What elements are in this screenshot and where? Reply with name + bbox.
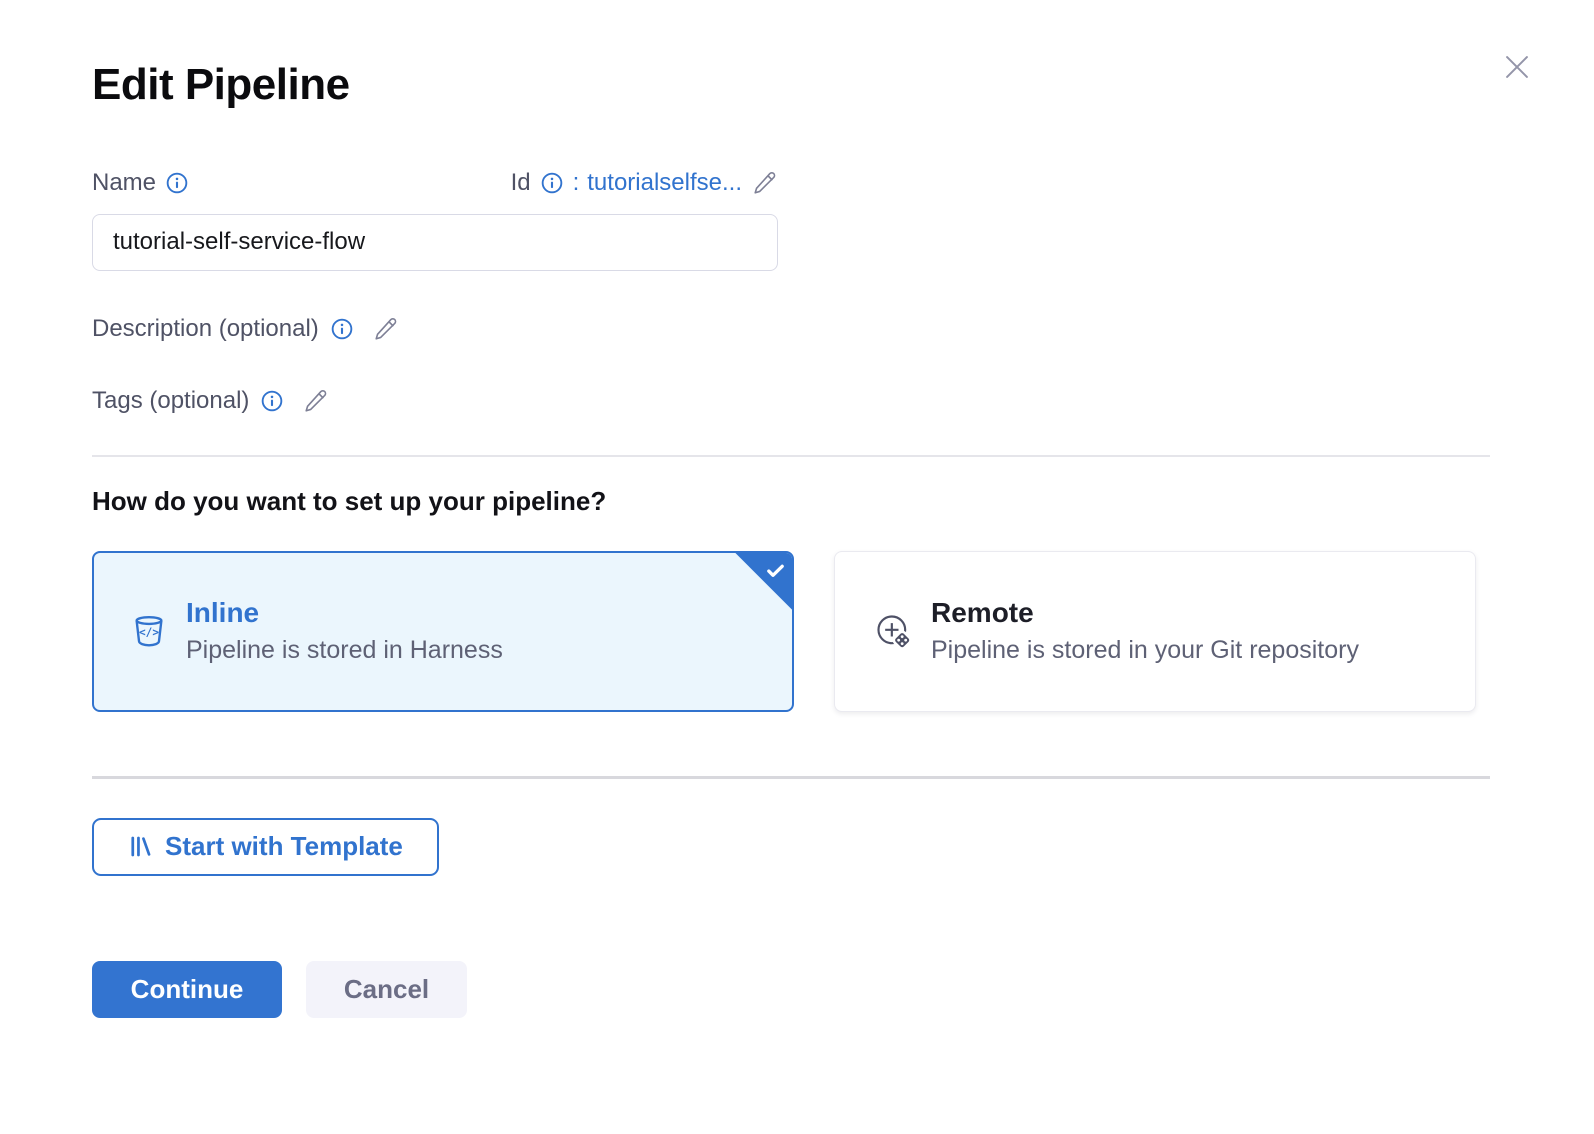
pencil-edit-icon[interactable] [373, 316, 399, 342]
close-icon [1500, 50, 1534, 84]
inline-option-description: Pipeline is stored in Harness [186, 634, 503, 667]
name-label: Name [92, 169, 156, 197]
info-icon[interactable] [166, 172, 188, 194]
dialog-title: Edit Pipeline [92, 0, 1490, 111]
bucket-code-icon: </> [130, 612, 168, 650]
name-label-group: Name [92, 169, 188, 197]
id-label: Id [511, 169, 531, 197]
divider [92, 455, 1490, 457]
store-options: </> Inline Pipeline is stored in Harness [92, 551, 1490, 712]
info-icon[interactable] [331, 318, 353, 340]
remote-option-title: Remote [931, 596, 1359, 630]
info-icon[interactable] [261, 390, 283, 412]
store-option-inline[interactable]: </> Inline Pipeline is stored in Harness [92, 551, 794, 712]
description-row: Description (optional) [92, 315, 1490, 343]
circle-plus-git-icon [873, 611, 913, 651]
name-id-row: Name Id : tutorialselfse... [92, 169, 778, 197]
tags-label: Tags (optional) [92, 387, 249, 415]
store-option-remote[interactable]: Remote Pipeline is stored in your Git re… [834, 551, 1476, 712]
svg-text:</>: </> [139, 626, 159, 639]
id-separator: : [573, 169, 580, 197]
dialog-actions: Continue Cancel [92, 961, 1490, 1018]
inline-card-text: Inline Pipeline is stored in Harness [186, 596, 503, 666]
start-with-template-label: Start with Template [165, 831, 403, 862]
cancel-button[interactable]: Cancel [306, 961, 467, 1018]
remote-card-text: Remote Pipeline is stored in your Git re… [931, 596, 1359, 666]
inline-option-title: Inline [186, 596, 503, 630]
template-library-icon [128, 834, 153, 859]
tags-row: Tags (optional) [92, 387, 1490, 415]
pencil-edit-icon[interactable] [303, 388, 329, 414]
divider [92, 776, 1490, 779]
close-button[interactable] [1498, 48, 1536, 86]
continue-button[interactable]: Continue [92, 961, 282, 1018]
id-value-group: : tutorialselfse... [573, 169, 742, 197]
description-label: Description (optional) [92, 315, 319, 343]
setup-heading: How do you want to set up your pipeline? [92, 486, 1490, 517]
selected-corner-badge [734, 552, 793, 611]
pencil-edit-icon[interactable] [752, 170, 778, 196]
edit-pipeline-dialog: Edit Pipeline Name Id : tutorialselfse..… [92, 0, 1490, 1018]
start-with-template-button[interactable]: Start with Template [92, 818, 439, 876]
check-icon [764, 559, 787, 582]
pipeline-name-input[interactable] [92, 214, 778, 271]
remote-option-description: Pipeline is stored in your Git repositor… [931, 634, 1359, 667]
info-icon[interactable] [541, 172, 563, 194]
id-value-link[interactable]: tutorialselfse... [587, 169, 742, 197]
id-group: Id : tutorialselfse... [511, 169, 778, 197]
